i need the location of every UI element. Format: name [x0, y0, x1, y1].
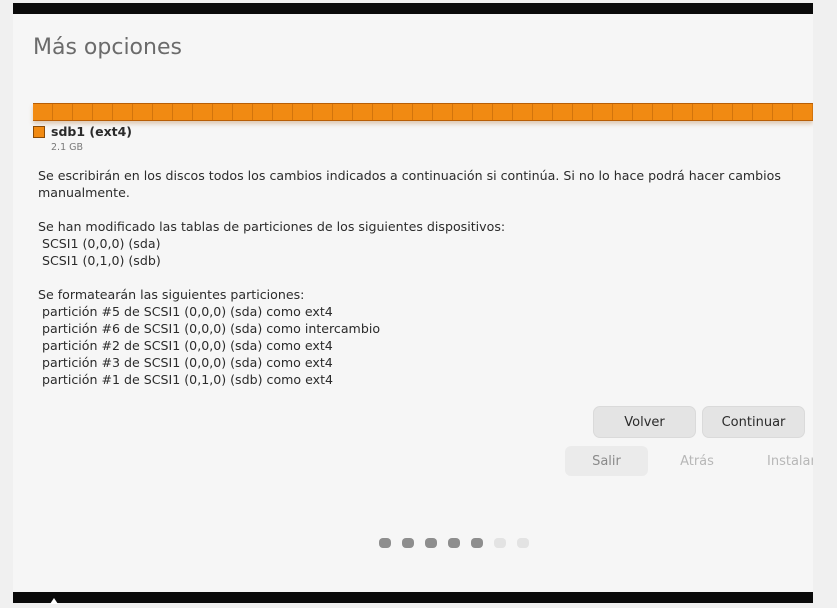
mouse-cursor-icon — [50, 598, 58, 604]
continuar-button[interactable]: Continuar — [702, 406, 805, 438]
partition-usage-bar — [33, 103, 813, 121]
partition-item: partición #1 de SCSI1 (0,1,0) (sdb) como… — [38, 372, 334, 387]
device-item: SCSI1 (0,1,0) (sdb) — [38, 253, 161, 268]
partition-size: 2.1 GB — [51, 142, 84, 153]
partition-color-swatch — [33, 126, 45, 138]
volver-button[interactable]: Volver — [593, 406, 696, 438]
partition-item: partición #3 de SCSI1 (0,0,0) (sda) como… — [38, 355, 333, 370]
bottom-screen-bar — [13, 592, 813, 603]
message-intro-line-2: manualmente. — [38, 185, 130, 200]
device-item: SCSI1 (0,0,0) (sda) — [38, 236, 161, 251]
format-heading: Se formatearán las siguientes particione… — [38, 287, 305, 302]
step-progress-dots — [379, 538, 529, 548]
partition-item: partición #6 de SCSI1 (0,0,0) (sda) como… — [38, 321, 381, 336]
tables-heading: Se han modificado las tablas de particio… — [38, 219, 506, 234]
step-dot — [471, 538, 483, 548]
step-dot — [448, 538, 460, 548]
quit-button[interactable]: Salir — [565, 446, 648, 476]
step-dot — [379, 538, 391, 548]
partition-item: partición #2 de SCSI1 (0,0,0) (sda) como… — [38, 338, 333, 353]
confirmation-message: Se escribirán en los discos todos los ca… — [38, 167, 808, 388]
top-screen-bar — [13, 3, 813, 14]
step-dot — [494, 538, 506, 548]
partition-label: sdb1 (ext4) — [51, 124, 133, 139]
partition-item: partición #5 de SCSI1 (0,0,0) (sda) como… — [38, 304, 333, 319]
page-title: Más opciones — [33, 35, 182, 60]
message-intro-line-1: Se escribirán en los discos todos los ca… — [38, 168, 781, 183]
step-dot — [425, 538, 437, 548]
step-dot — [402, 538, 414, 548]
back-button[interactable]: Atrás — [656, 446, 738, 476]
install-button[interactable]: Instalar — [753, 446, 813, 476]
step-dot — [517, 538, 529, 548]
installer-window: Más opciones sdb1 (ext4) 2.1 GB Se escri… — [13, 14, 813, 592]
